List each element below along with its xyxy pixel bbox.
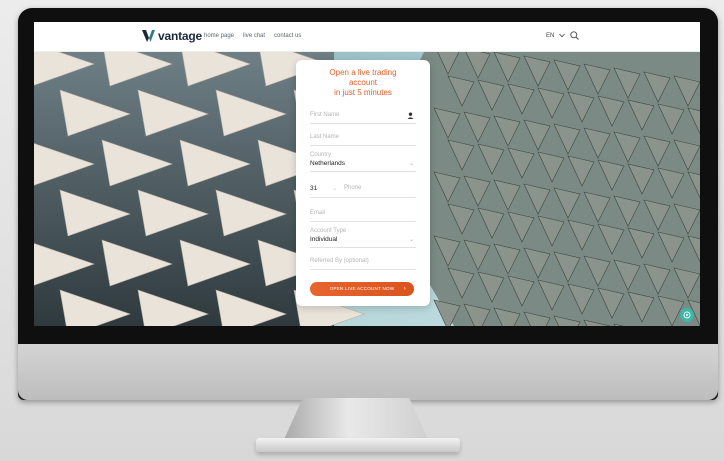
open-account-label: OPEN LIVE ACCOUNT NOW [329,286,395,291]
arrow-right-icon: › [403,286,406,292]
language-selector[interactable]: EN [546,33,554,39]
chevron-down-icon: ⌄ [408,161,414,167]
nav-right: EN [546,31,580,40]
nav-link-live-chat[interactable]: live chat [243,33,265,39]
chat-widget[interactable] [680,308,694,322]
form-title: Open a live trading account in just 5 mi… [329,68,397,97]
vantage-logo-icon [142,30,155,42]
signup-form: Open a live trading account in just 5 mi… [296,60,430,306]
chevron-down-icon: ⌄ [408,237,414,243]
chat-icon [683,311,691,319]
screen: vantage home page live chat contact us E… [34,22,700,326]
brand-logo[interactable]: vantage [142,29,202,43]
last-name-field[interactable]: Last Name [310,132,416,146]
monitor-base [256,438,460,452]
country-select[interactable]: Country Netherlands ⌄ [310,152,416,172]
first-name-placeholder: First Name [310,112,340,118]
open-account-button[interactable]: OPEN LIVE ACCOUNT NOW › [310,282,414,296]
nav-link-home[interactable]: home page [204,33,234,39]
account-type-label: Account Type [310,228,347,234]
nav-link-contact[interactable]: contact us [274,33,301,39]
phone-country-code[interactable]: 31 [310,185,317,192]
email-field[interactable]: Email [310,208,416,222]
phone-field[interactable]: 31 ⌄ Phone [310,182,416,198]
referred-by-field[interactable]: Referred By (optional) [310,256,416,270]
account-type-select[interactable]: Account Type Individual ⌄ [310,228,416,248]
chevron-down-icon: ⌄ [332,186,338,192]
phone-placeholder: Phone [344,185,362,191]
chevron-down-icon[interactable] [559,33,566,38]
referred-placeholder: Referred By (optional) [310,258,369,264]
top-nav: vantage home page live chat contact us E… [34,22,700,52]
account-type-value: Individual [310,236,338,243]
last-name-placeholder: Last Name [310,134,340,140]
country-label: Country [310,152,332,158]
brand-name: vantage [158,29,202,43]
user-icon [407,112,414,119]
first-name-field[interactable]: First Name [310,110,416,124]
nav-links: home page live chat contact us [204,33,301,39]
country-value: Netherlands [310,160,346,167]
search-icon[interactable] [570,31,580,40]
email-placeholder: Email [310,210,326,216]
monitor-chin [18,344,718,400]
